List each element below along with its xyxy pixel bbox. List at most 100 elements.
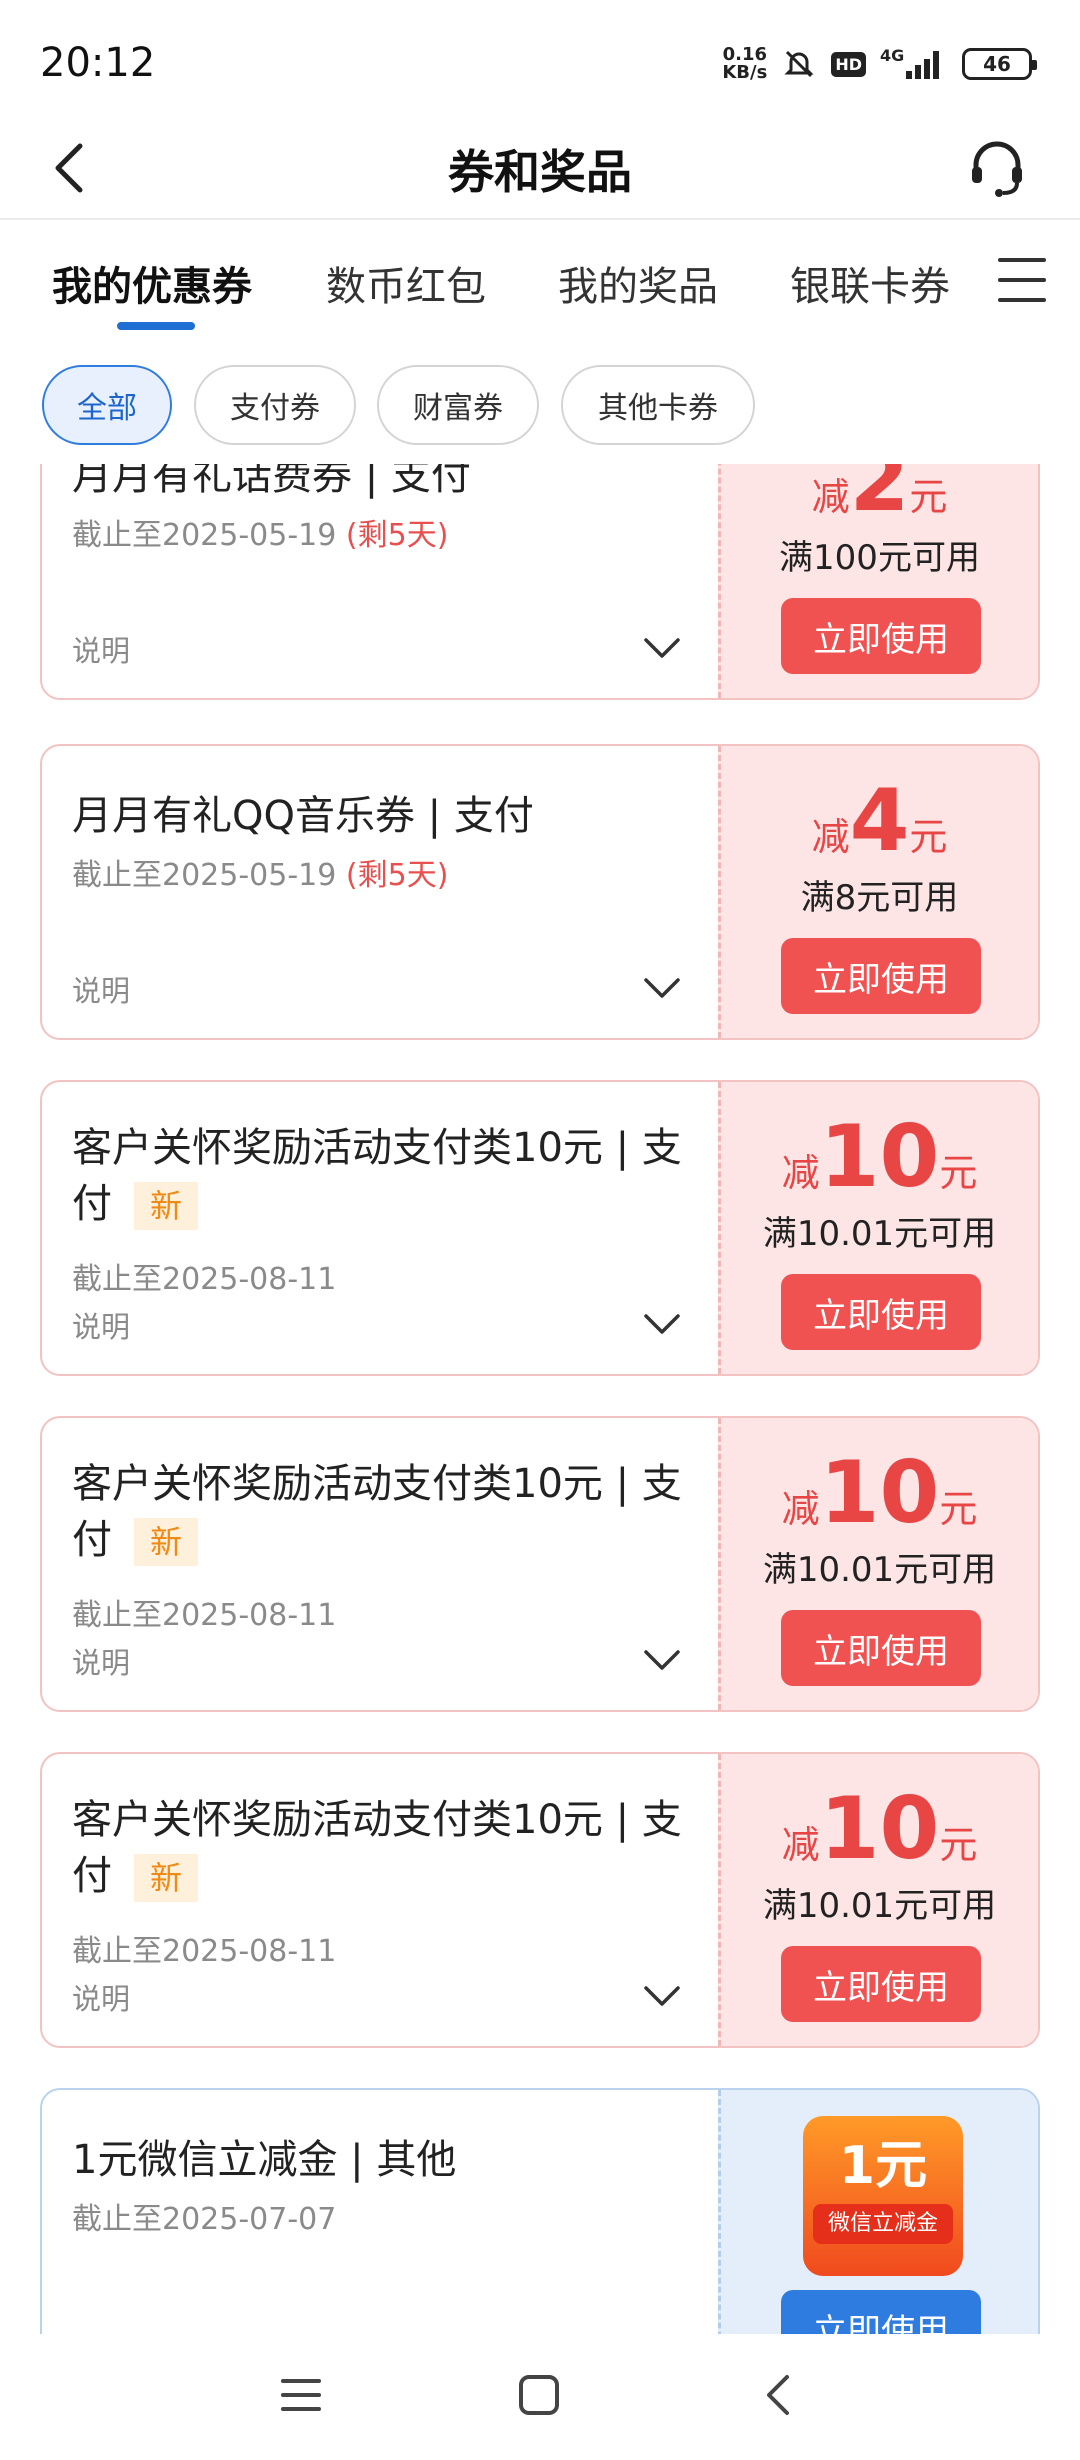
back-triangle-icon [759, 2373, 799, 2421]
chevron-down-icon[interactable] [642, 1640, 682, 1680]
coupon-value-panel: 减4元 满8元可用 立即使用 [718, 746, 1038, 1038]
coupon-condition: 满100元可用 [779, 538, 980, 578]
chevron-down-icon[interactable] [642, 1976, 682, 2016]
coupon-amount: 减4元 [811, 771, 948, 871]
coupon-explain-label[interactable]: 说明 [72, 1304, 130, 1346]
filter-payment[interactable]: 支付券 [194, 365, 356, 445]
menu-line [998, 258, 1046, 262]
coupon-value-panel: 减10元 满10.01元可用 立即使用 [718, 1082, 1038, 1374]
coupon-card: 客户关怀奖励活动支付类10元 | 支付新 截止至2025-08-11 说明 减1… [40, 1752, 1040, 2048]
new-badge: 新 [134, 1518, 199, 1566]
coupon-amount: 减10元 [781, 1779, 978, 1879]
network-type-text: 4G [880, 47, 904, 65]
system-nav-bar [0, 2334, 1080, 2460]
coupon-amount: 减10元 [781, 1443, 978, 1543]
coupon-condition: 满10.01元可用 [762, 1214, 997, 1254]
filter-all[interactable]: 全部 [42, 365, 172, 445]
use-now-button[interactable]: 立即使用 [781, 938, 981, 1014]
coupon-card: 月月有礼QQ音乐券 | 支付 截止至2025-05-19 (剩5天) 说明 减4… [40, 744, 1040, 1040]
coupon-info: 1元微信立减金 | 其他 截止至2025-07-07 [42, 2090, 718, 2334]
coupon-explain-label[interactable]: 说明 [72, 1640, 130, 1682]
coupon-condition: 满8元可用 [800, 878, 959, 918]
coupon-deadline: 截止至2025-08-11 [72, 1598, 337, 1633]
tab-indicator [117, 322, 195, 330]
status-bar: 20:12 0.16 KB/s HD 4G 46 [0, 0, 1080, 130]
coupon-condition: 满10.01元可用 [762, 1886, 997, 1926]
menu-line [998, 298, 1046, 302]
use-now-button[interactable]: 立即使用 [781, 598, 981, 674]
coupon-card: 1元微信立减金 | 其他 截止至2025-07-07 1元 微信立减金 立即使用 [40, 2088, 1040, 2334]
coupon-remaining: (剩5天) [345, 858, 449, 893]
use-now-button[interactable]: 立即使用 [781, 1274, 981, 1350]
coupon-explain-label[interactable]: 说明 [72, 1976, 130, 2018]
coupon-info: 客户关怀奖励活动支付类10元 | 支付新 截止至2025-08-11 说明 [42, 1418, 718, 1710]
coupon-value-panel: 减10元 满10.01元可用 立即使用 [718, 1418, 1038, 1710]
menu-line [998, 278, 1046, 282]
mute-bell-icon [781, 46, 817, 82]
use-now-button[interactable]: 立即使用 [781, 1946, 981, 2022]
nav-home-button[interactable] [504, 2364, 574, 2430]
coupon-amount: 减2元 [811, 464, 948, 531]
coupon-condition: 满10.01元可用 [762, 1550, 997, 1590]
coupon-deadline: 截止至2025-05-19 (剩5天) [72, 858, 449, 893]
coupon-deadline: 截止至2025-05-19 (剩5天) [72, 518, 449, 553]
coupon-card: 客户关怀奖励活动支付类10元 | 支付新 截止至2025-08-11 说明 减1… [40, 1080, 1040, 1376]
battery-level: 46 [983, 52, 1011, 76]
coupon-title: 1元微信立减金 | 其他 [72, 2137, 457, 2183]
coupon-explain-label[interactable]: 说明 [72, 968, 130, 1010]
filter-wealth[interactable]: 财富券 [377, 365, 539, 445]
coupon-card: 月月有礼话费券 | 支付 截止至2025-05-19 (剩5天) 说明 减2元 … [40, 464, 1040, 700]
coupon-card: 客户关怀奖励活动支付类10元 | 支付新 截止至2025-08-11 说明 减1… [40, 1416, 1040, 1712]
coupon-title: 客户关怀奖励活动支付类10元 | 支付新 [72, 1792, 692, 1904]
use-now-button[interactable]: 立即使用 [781, 1610, 981, 1686]
status-icons: 0.16 KB/s HD 4G 46 [722, 44, 1037, 83]
coupon-info: 客户关怀奖励活动支付类10元 | 支付新 截止至2025-08-11 说明 [42, 1082, 718, 1374]
network-speed: 0.16 KB/s [722, 44, 768, 83]
badge-amount: 1元 [838, 2136, 928, 2196]
new-badge: 新 [134, 1182, 199, 1230]
square-home-icon [517, 2373, 561, 2421]
tab-my-coupons[interactable]: 我的优惠券 [52, 254, 252, 312]
chevron-down-icon[interactable] [642, 628, 682, 668]
wechat-discount-badge: 1元 微信立减金 [803, 2116, 963, 2276]
page-title: 券和奖品 [448, 145, 632, 199]
headset-icon [966, 137, 1028, 203]
coupon-tabs: 我的优惠券 数币红包 我的奖品 银联卡券 [0, 222, 1080, 340]
coupon-remaining: (剩5天) [345, 518, 449, 553]
badge-text: 微信立减金 [813, 2204, 953, 2244]
coupon-amount: 减10元 [781, 1107, 978, 1207]
coupon-title: 月月有礼话费券 | 支付 [72, 464, 471, 499]
nav-menu-button[interactable] [266, 2364, 336, 2430]
tab-digital-red-packet[interactable]: 数币红包 [326, 254, 486, 312]
nav-back-button[interactable] [744, 2364, 814, 2430]
coupon-deadline: 截止至2025-07-07 [72, 2202, 337, 2237]
coupon-info: 月月有礼QQ音乐券 | 支付 截止至2025-05-19 (剩5天) 说明 [42, 746, 718, 1038]
coupon-explain-label[interactable]: 说明 [72, 628, 130, 670]
tab-my-prizes[interactable]: 我的奖品 [558, 254, 718, 312]
coupon-title: 客户关怀奖励活动支付类10元 | 支付新 [72, 1120, 692, 1232]
battery-icon: 46 [962, 48, 1037, 80]
tab-unionpay-vouchers[interactable]: 银联卡券 [790, 254, 950, 312]
status-time: 20:12 [40, 40, 156, 86]
use-now-button[interactable]: 立即使用 [781, 2290, 981, 2334]
filter-other[interactable]: 其他卡券 [561, 365, 755, 445]
coupon-info: 月月有礼话费券 | 支付 截止至2025-05-19 (剩5天) 说明 [42, 464, 718, 698]
coupon-value-panel: 减2元 满100元可用 立即使用 [718, 464, 1038, 698]
hd-icon: HD [831, 51, 866, 77]
signal-icon: 4G [880, 47, 948, 81]
coupon-deadline: 截止至2025-08-11 [72, 1262, 337, 1297]
coupon-list: 月月有礼话费券 | 支付 截止至2025-05-19 (剩5天) 说明 减2元 … [0, 464, 1080, 2334]
coupon-title: 客户关怀奖励活动支付类10元 | 支付新 [72, 1456, 692, 1568]
menu-icon [279, 2375, 323, 2419]
customer-service-button[interactable] [962, 130, 1032, 210]
coupon-value-panel: 减10元 满10.01元可用 立即使用 [718, 1754, 1038, 2046]
tab-menu-button[interactable] [994, 252, 1050, 308]
new-badge: 新 [134, 1854, 199, 1902]
coupon-deadline: 截止至2025-08-11 [72, 1934, 337, 1969]
filter-chips: 全部 支付券 财富券 其他卡券 [0, 365, 1080, 450]
coupon-info: 客户关怀奖励活动支付类10元 | 支付新 截止至2025-08-11 说明 [42, 1754, 718, 2046]
coupon-value-panel: 1元 微信立减金 立即使用 [718, 2090, 1038, 2334]
chevron-down-icon[interactable] [642, 1304, 682, 1344]
coupon-title: 月月有礼QQ音乐券 | 支付 [72, 793, 534, 839]
chevron-down-icon[interactable] [642, 968, 682, 1008]
